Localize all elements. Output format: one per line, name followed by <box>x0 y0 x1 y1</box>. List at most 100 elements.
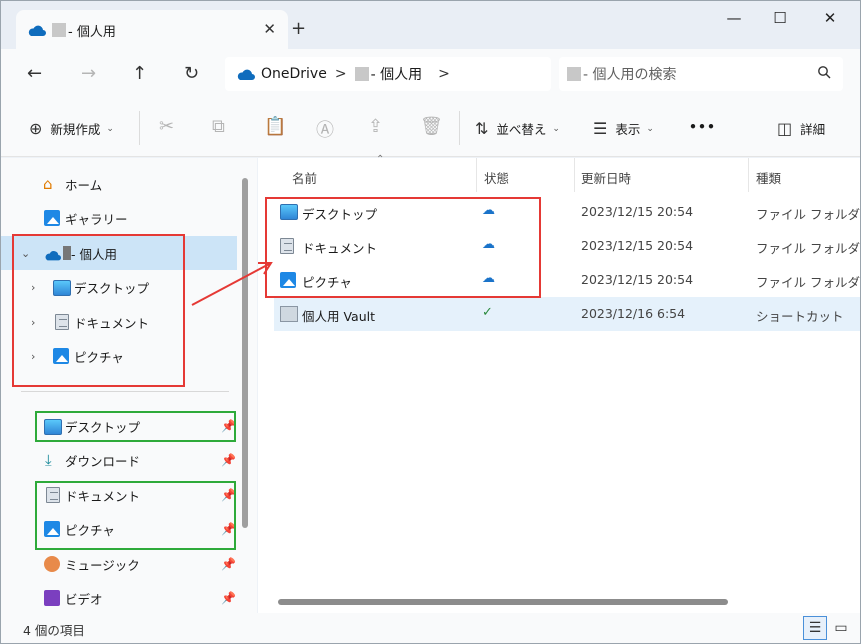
breadcrumb-personal[interactable]: - 個人用 <box>371 64 423 84</box>
delete-icon[interactable]: 🗑 <box>420 116 443 137</box>
breadcrumb-chevron-icon[interactable]: > <box>335 66 347 82</box>
plus-circle-icon: ⊕ <box>29 119 43 138</box>
column-header-name[interactable]: 名前 <box>292 168 317 187</box>
close-window-button[interactable]: ✕ <box>807 9 853 27</box>
details-pane-button[interactable]: ◫ 詳細 <box>777 119 825 138</box>
documents-folder-icon <box>46 487 60 503</box>
table-row[interactable]: 個人用 Vault ✓ 2023/12/16 6:54 ショートカット <box>274 297 860 331</box>
sidebar-item-onedrive[interactable]: ⌄ - 個人用 <box>1 236 237 270</box>
row-date: 2023/12/15 20:54 <box>581 272 694 287</box>
sort-button[interactable]: ⇅ 並べ替え ⌄ <box>475 119 560 138</box>
sidebar-item-onedrive-pictures[interactable]: › ピクチャ <box>1 339 237 373</box>
chevron-down-icon: ⌄ <box>106 123 114 134</box>
chevron-down-icon[interactable]: ⌄ <box>21 247 30 260</box>
breadcrumb-onedrive[interactable]: OneDrive <box>261 66 327 82</box>
command-bar: ⊕ 新規作成 ⌄ ✂ ⧉ 📋 Ⓐ ⇪ 🗑 ⇅ 並べ替え ⌄ ☰ 表示 ⌄ •••… <box>1 99 860 157</box>
row-date: 2023/12/15 20:54 <box>581 204 694 219</box>
column-divider[interactable] <box>476 158 477 192</box>
quick-access-videos[interactable]: ビデオ 📌 <box>1 581 237 615</box>
copy-icon[interactable]: ⧉ <box>212 116 225 137</box>
tab-bar: - 個人用 ✕ + — ☐ ✕ <box>1 1 860 50</box>
paste-icon[interactable]: 📋 <box>264 116 286 137</box>
sidebar-item-label: ギャラリー <box>65 211 128 227</box>
row-date: 2023/12/16 6:54 <box>581 306 686 321</box>
sidebar-scrollbar[interactable] <box>242 178 248 528</box>
sidebar-item-home[interactable]: ⌂ ホーム <box>1 167 237 201</box>
synced-check-icon: ✓ <box>482 305 493 320</box>
up-button[interactable]: ↑ <box>132 63 147 84</box>
chevron-right-icon[interactable]: › <box>31 350 35 363</box>
forward-button[interactable]: → <box>81 63 96 84</box>
horizontal-scrollbar[interactable] <box>278 599 728 605</box>
sidebar-item-label: ダウンロード <box>65 453 141 469</box>
item-count: 4 個の項目 <box>23 623 85 638</box>
chevron-right-icon[interactable]: › <box>31 281 35 294</box>
search-box[interactable]: - 個人用の検索 <box>559 57 843 91</box>
chevron-down-icon: ⌄ <box>646 123 654 134</box>
row-type: ファイル フォルダー <box>756 275 861 290</box>
new-tab-button[interactable]: + <box>291 18 306 39</box>
pin-icon[interactable]: 📌 <box>221 557 236 571</box>
rename-icon[interactable]: Ⓐ <box>316 116 334 142</box>
tab-onedrive-personal[interactable]: - 個人用 ✕ <box>16 10 288 50</box>
vault-shortcut-icon <box>280 306 298 322</box>
sidebar-item-label: ミュージック <box>65 557 140 573</box>
large-icons-view-icon[interactable]: ▭ <box>829 616 853 640</box>
divider <box>459 111 460 145</box>
column-divider[interactable] <box>748 158 749 192</box>
sidebar-item-onedrive-documents[interactable]: › ドキュメント <box>1 305 237 339</box>
details-button-label: 詳細 <box>800 122 826 137</box>
row-name: デスクトップ <box>302 207 378 222</box>
back-button[interactable]: ← <box>27 63 42 84</box>
address-bar[interactable]: OneDrive > - 個人用 > <box>225 57 551 91</box>
column-divider[interactable] <box>574 158 575 192</box>
desktop-folder-icon <box>280 204 298 220</box>
redacted-name-block <box>567 67 581 81</box>
table-row[interactable]: ドキュメント ☁ 2023/12/15 20:54 ファイル フォルダー <box>274 229 860 263</box>
column-header-type[interactable]: 種類 <box>756 168 781 187</box>
cut-icon[interactable]: ✂ <box>159 116 174 137</box>
onedrive-cloud-icon <box>237 69 255 80</box>
minimize-button[interactable]: — <box>711 9 757 27</box>
tab-close-icon[interactable]: ✕ <box>263 20 276 38</box>
share-icon[interactable]: ⇪ <box>368 116 383 137</box>
view-button[interactable]: ☰ 表示 ⌄ <box>593 119 654 138</box>
table-row[interactable]: デスクトップ ☁ 2023/12/15 20:54 ファイル フォルダー <box>274 195 860 229</box>
column-header-status[interactable]: 状態 <box>484 168 509 187</box>
details-view-icon[interactable]: ☰ <box>803 616 827 640</box>
row-name: ピクチャ <box>302 275 352 290</box>
quick-access-documents[interactable]: ドキュメント 📌 <box>1 478 237 512</box>
quick-access-music[interactable]: ミュージック 📌 <box>1 547 237 581</box>
column-header-modified[interactable]: 更新日時 <box>581 168 631 187</box>
onedrive-cloud-icon <box>45 251 61 261</box>
onedrive-cloud-icon <box>28 25 46 36</box>
tab-label: - 個人用 <box>68 24 116 40</box>
redacted-name-block <box>63 246 71 260</box>
sort-icon: ⇅ <box>475 119 489 138</box>
sidebar-item-label: ホーム <box>65 177 103 193</box>
sidebar-item-gallery[interactable]: ギャラリー <box>1 201 237 235</box>
desktop-folder-icon <box>44 419 62 435</box>
pin-icon[interactable]: 📌 <box>221 453 236 467</box>
view-button-label: 表示 <box>615 122 641 137</box>
breadcrumb-chevron-icon[interactable]: > <box>438 66 450 82</box>
maximize-button[interactable]: ☐ <box>757 9 803 27</box>
quick-access-desktop[interactable]: デスクトップ 📌 <box>1 409 237 443</box>
quick-access-downloads[interactable]: ⤓ ダウンロード 📌 <box>1 443 237 477</box>
table-row[interactable]: ピクチャ ☁ 2023/12/15 20:54 ファイル フォルダー <box>274 263 861 297</box>
pin-icon[interactable]: 📌 <box>221 488 236 502</box>
new-button[interactable]: ⊕ 新規作成 ⌄ <box>29 119 114 138</box>
search-icon[interactable] <box>817 65 831 79</box>
pin-icon[interactable]: 📌 <box>221 591 236 605</box>
refresh-button[interactable]: ↻ <box>184 63 199 84</box>
sidebar-item-label: - 個人用 <box>71 246 117 262</box>
chevron-right-icon[interactable]: › <box>31 316 35 329</box>
quick-access-pictures[interactable]: ピクチャ 📌 <box>1 512 237 546</box>
video-icon <box>44 590 60 606</box>
cloud-status-icon: ☁ <box>482 271 495 286</box>
more-options-button[interactable]: ••• <box>689 119 716 134</box>
sidebar-item-onedrive-desktop[interactable]: › デスクトップ <box>1 270 237 304</box>
pin-icon[interactable]: 📌 <box>221 522 236 536</box>
navigation-pane: ⌂ ホーム ギャラリー ⌄ - 個人用 › デスクトップ › ドキュメント › <box>1 158 257 613</box>
pin-icon[interactable]: 📌 <box>221 419 236 433</box>
